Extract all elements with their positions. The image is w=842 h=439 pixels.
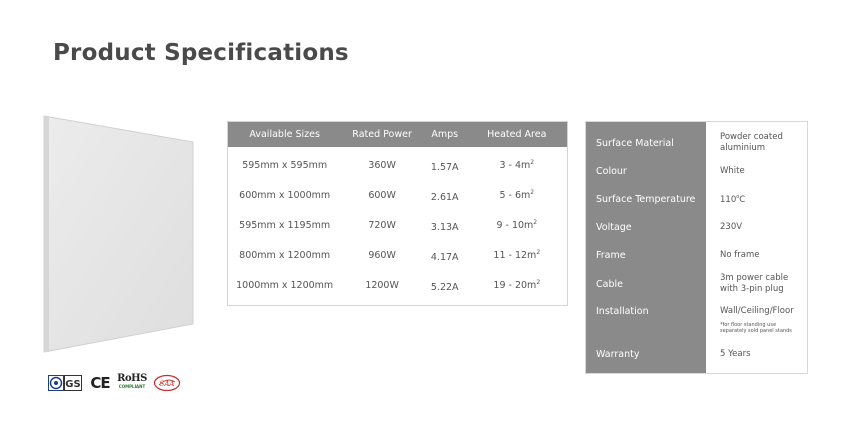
spec-value: Powder coated aluminium [706, 132, 809, 154]
cell-power: 360W [368, 159, 396, 171]
ce-mark: CE [90, 374, 110, 392]
spec-value-line2: aluminium [720, 143, 766, 153]
cell-amps: 3.13A [430, 221, 459, 233]
spec-value: Wall/Ceiling/Floor *for floor standing u… [706, 306, 809, 334]
spec-label: Cable [596, 278, 623, 290]
spec-note: *for floor standing use separately sold p… [720, 322, 809, 334]
rohs-mark-text: RoHS [117, 373, 147, 384]
spec-value-line1: 3m power cable [720, 273, 789, 283]
cell-area-unit-sup: 2 [530, 158, 535, 166]
cell-area-unit-sup: 2 [533, 218, 538, 226]
svg-text:SAA: SAA [160, 380, 175, 388]
cell-amps: 1.57A [430, 161, 459, 173]
spec-label: Voltage [596, 221, 632, 233]
spec-row-surface-temperature: Surface Temperature 110oC [586, 190, 809, 208]
cell-size: 595mm x 1195mm [239, 219, 331, 231]
saa-mark-icon: SAA [152, 374, 182, 392]
cell-size: 1000mm x 1200mm [236, 279, 334, 291]
header-available-sizes: Available Sizes [249, 129, 320, 140]
cell-amps: 5.22A [430, 281, 459, 293]
spec-row-surface-material: Surface Material Powder coated aluminium [586, 132, 809, 154]
cell-amps: 4.17A [430, 251, 459, 263]
spec-value: 230V [720, 221, 743, 232]
cell-area-unit-sup: 2 [536, 248, 541, 256]
cell-power: 960W [368, 249, 396, 261]
cell-area: 9 - 10m2 [467, 219, 567, 231]
table-row: 600mm x 1000mm 600W 2.61A 5 - 6m2 [228, 180, 567, 210]
cell-size: 600mm x 1000mm [239, 189, 331, 201]
header-amps: Amps [431, 129, 459, 140]
spec-label: Surface Material [596, 137, 674, 149]
spec-value: 3m power cable with 3-pin plug [706, 273, 809, 295]
cell-area: 11 - 12m2 [467, 249, 567, 261]
cell-area: 5 - 6m2 [467, 189, 567, 201]
spec-row-cable: Cable 3m power cable with 3-pin plug [586, 272, 809, 296]
sizes-table: Available Sizes Rated Power Amps Heated … [227, 121, 568, 306]
cell-area-unit-sup: 2 [536, 278, 541, 286]
rohs-mark-sub: COMPLIANT [118, 384, 146, 389]
spec-value-main: Wall/Ceiling/Floor [720, 306, 794, 316]
cell-power: 600W [368, 189, 396, 201]
spec-temp-value: 110 [720, 194, 737, 205]
cell-area-unit-sup: 2 [530, 188, 535, 196]
cell-power: 720W [368, 219, 396, 231]
cell-area-value: 5 - 6m [499, 190, 531, 202]
specifications-table: Surface Material Powder coated aluminium… [585, 121, 808, 374]
spec-row-warranty: Warranty 5 Years [586, 345, 809, 363]
cell-amps: 2.61A [430, 191, 459, 203]
table-row: 595mm x 595mm 360W 1.57A 3 - 4m2 [228, 150, 567, 180]
cell-area-value: 11 - 12m [493, 250, 537, 262]
spec-value: 5 Years [720, 348, 751, 359]
cell-power: 1200W [365, 279, 399, 291]
spec-value-line2: with 3-pin plug [720, 284, 784, 294]
heater-panel-image [43, 115, 194, 353]
gs-mark-icon: GS [48, 374, 82, 392]
table-row: 800mm x 1200mm 960W 4.17A 11 - 12m2 [228, 240, 567, 270]
page-title: Product Specifications [53, 40, 349, 66]
spec-label: Warranty [596, 348, 640, 360]
spec-label: Surface Temperature [596, 193, 696, 205]
header-rated-power: Rated Power [352, 129, 412, 140]
svg-text:GS: GS [65, 379, 80, 390]
table-row: 595mm x 1195mm 720W 3.13A 9 - 10m2 [228, 210, 567, 240]
spec-row-frame: Frame No frame [586, 246, 809, 264]
header-heated-area: Heated Area [487, 129, 547, 140]
spec-note-line2: separately sold panel stands [720, 328, 792, 334]
spec-label: Frame [596, 249, 626, 261]
cell-size: 595mm x 595mm [242, 159, 328, 171]
certification-logos: GS CE RoHS COMPLIANT SAA [48, 373, 182, 393]
cell-area-value: 3 - 4m [499, 160, 531, 172]
spec-value: 110oC [706, 192, 809, 206]
table-row: 1000mm x 1200mm 1200W 5.22A 19 - 20m2 [228, 270, 567, 300]
spec-row-voltage: Voltage 230V [586, 218, 809, 236]
rohs-mark: RoHS COMPLIANT [117, 373, 147, 392]
spec-row-colour: Colour White [586, 162, 809, 180]
cell-area-value: 9 - 10m [496, 220, 534, 232]
spec-temp-unit: C [739, 194, 746, 205]
spec-label: Colour [596, 165, 627, 177]
spec-label: Installation [596, 306, 649, 317]
spec-row-installation: Installation Wall/Ceiling/Floor *for flo… [586, 306, 809, 336]
cell-size: 800mm x 1200mm [239, 249, 331, 261]
cell-area: 19 - 20m2 [467, 279, 567, 291]
spec-value-line1: Powder coated [720, 132, 783, 142]
cell-area: 3 - 4m2 [467, 159, 567, 171]
cell-area-value: 19 - 20m [493, 280, 537, 292]
spec-value: White [720, 165, 745, 176]
sizes-table-header: Available Sizes Rated Power Amps Heated … [228, 122, 567, 147]
spec-value: No frame [720, 249, 760, 260]
